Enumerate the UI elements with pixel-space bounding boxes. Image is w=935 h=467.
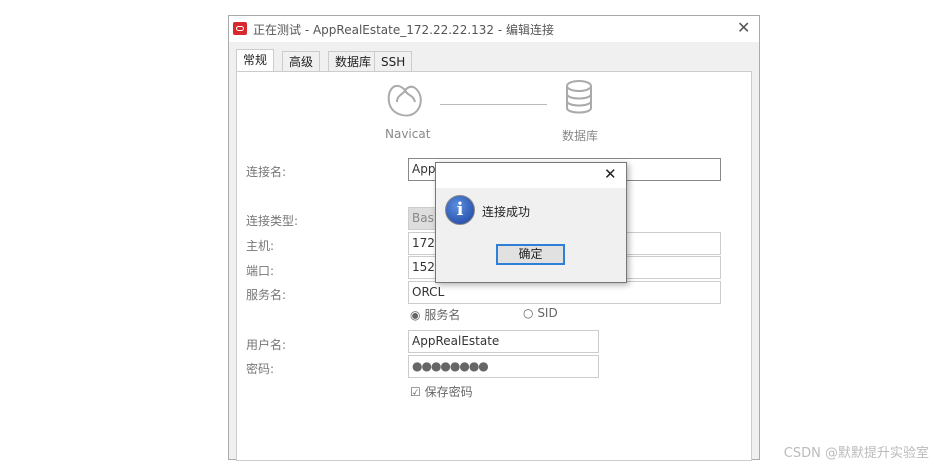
radio-checked-icon: ◉ xyxy=(410,308,421,322)
radio-sid-label: SID xyxy=(537,306,558,320)
conn-name-label: 连接名: xyxy=(246,165,287,179)
user-label: 用户名: xyxy=(246,338,287,352)
title-bar: 正在测试 - AppRealEstate_172.22.22.132 - 编辑连… xyxy=(229,16,759,42)
radio-sid[interactable]: ○ SID xyxy=(523,306,558,320)
close-icon[interactable]: ✕ xyxy=(737,18,750,37)
radio-unchecked-icon: ○ xyxy=(523,306,534,320)
oracle-icon xyxy=(233,22,247,35)
service-label: 服务名: xyxy=(246,288,287,302)
database-label: 数据库 xyxy=(562,129,599,143)
ok-button[interactable]: 确定 xyxy=(496,244,565,265)
dialog-message: 连接成功 xyxy=(482,205,531,219)
connection-success-dialog: ✕ i 连接成功 确定 xyxy=(435,162,627,283)
checkbox-checked-icon: ☑ xyxy=(410,385,421,399)
save-password-label: 保存密码 xyxy=(424,385,473,399)
host-label: 主机: xyxy=(246,239,275,253)
tab-advanced[interactable]: 高级 xyxy=(282,51,321,72)
password-label: 密码: xyxy=(246,362,275,376)
window-title: 正在测试 - AppRealEstate_172.22.22.132 - 编辑连… xyxy=(253,23,555,37)
database-icon xyxy=(566,80,592,114)
port-label: 端口: xyxy=(246,264,275,278)
password-input[interactable]: ●●●●●●●● xyxy=(408,355,599,378)
radio-service-label: 服务名 xyxy=(424,308,461,322)
save-password-checkbox[interactable]: ☑ 保存密码 xyxy=(410,383,473,400)
tab-ssh[interactable]: SSH xyxy=(374,51,413,72)
radio-service-name[interactable]: ◉ 服务名 xyxy=(410,306,460,323)
info-icon: i xyxy=(445,195,475,225)
tab-database[interactable]: 数据库 xyxy=(328,51,379,72)
tab-general[interactable]: 常规 xyxy=(236,49,275,73)
user-input[interactable]: AppRealEstate xyxy=(408,330,599,353)
conn-type-label: 连接类型: xyxy=(246,214,299,228)
watermark: CSDN @默默提升实验室 xyxy=(783,446,929,461)
service-input[interactable]: ORCL xyxy=(408,281,721,304)
navicat-label: Navicat xyxy=(385,127,431,141)
dialog-header xyxy=(436,163,626,188)
connection-line xyxy=(440,104,547,105)
dialog-close-icon[interactable]: ✕ xyxy=(604,165,617,183)
navicat-icon xyxy=(387,84,422,117)
